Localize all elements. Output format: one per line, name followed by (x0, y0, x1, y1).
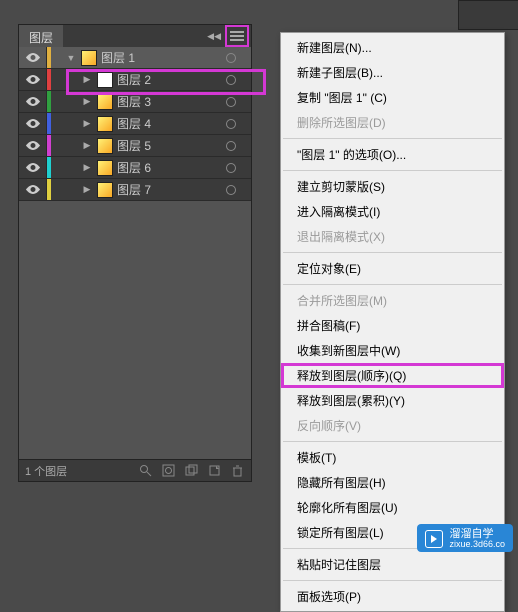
watermark-url: zixue.3d66.co (449, 540, 505, 550)
menu-item[interactable]: "图层 1" 的选项(O)... (281, 142, 504, 167)
menu-item[interactable]: 复制 "图层 1" (C) (281, 85, 504, 110)
menu-item[interactable]: 模板(T) (281, 445, 504, 470)
panel-footer: 1 个图层 (19, 459, 251, 481)
menu-separator (283, 284, 502, 285)
menu-item[interactable]: 新建图层(N)... (281, 35, 504, 60)
layer-name-label: 图层 3 (117, 93, 219, 110)
layer-thumbnail (97, 72, 113, 88)
layer-thumbnail (97, 116, 113, 132)
visibility-toggle[interactable] (19, 179, 47, 200)
target-icon[interactable] (219, 75, 243, 85)
menu-item[interactable]: 进入隔离模式(I) (281, 199, 504, 224)
layer-name-label: 图层 7 (117, 181, 219, 198)
play-icon (425, 530, 443, 548)
expand-triangle-icon[interactable]: ▶ (81, 118, 93, 129)
target-icon[interactable] (219, 97, 243, 107)
menu-separator (283, 170, 502, 171)
menu-item[interactable]: 建立剪切蒙版(S) (281, 174, 504, 199)
expand-triangle-icon[interactable]: ▶ (81, 162, 93, 173)
layer-row[interactable]: ▶ 图层 7 (19, 179, 251, 201)
visibility-toggle[interactable] (19, 113, 47, 134)
layer-row[interactable]: ▶ 图层 2 (19, 69, 251, 91)
layer-thumbnail (97, 182, 113, 198)
panel-menu-button[interactable] (229, 28, 245, 44)
layer-color-bar (47, 179, 51, 200)
menu-separator (283, 441, 502, 442)
expand-triangle-icon[interactable]: ▶ (81, 184, 93, 195)
menu-item[interactable]: 粘贴时记住图层 (281, 552, 504, 577)
menu-item[interactable]: 隐藏所有图层(H) (281, 470, 504, 495)
menu-item[interactable]: 定位对象(E) (281, 256, 504, 281)
visibility-toggle[interactable] (19, 69, 47, 90)
menu-separator (283, 138, 502, 139)
target-icon[interactable] (219, 141, 243, 151)
layer-color-bar (47, 47, 51, 68)
visibility-toggle[interactable] (19, 157, 47, 178)
layer-row[interactable]: ▶ 图层 4 (19, 113, 251, 135)
expand-triangle-icon[interactable]: ▶ (81, 96, 93, 107)
layer-name-label: 图层 2 (117, 71, 219, 88)
menu-item[interactable]: 轮廓化所有图层(U) (281, 495, 504, 520)
layer-row[interactable]: ▼ 图层 1 (19, 47, 251, 69)
menu-item: 合并所选图层(M) (281, 288, 504, 313)
layer-color-bar (47, 91, 51, 112)
layer-color-bar (47, 135, 51, 156)
layer-name-label: 图层 4 (117, 115, 219, 132)
collapse-icon[interactable]: ◀◀ (205, 29, 223, 44)
layer-thumbnail (97, 138, 113, 154)
layer-thumbnail (81, 50, 97, 66)
layer-thumbnail (97, 160, 113, 176)
new-layer-icon[interactable] (207, 463, 222, 478)
tab-layers[interactable]: 图层 (19, 25, 63, 47)
layer-count-label: 1 个图层 (25, 463, 67, 479)
panel-tabs: 图层 ◀◀ (19, 25, 251, 47)
menu-item[interactable]: 面板选项(P) (281, 584, 504, 609)
layer-name-label: 图层 1 (101, 49, 219, 66)
target-icon[interactable] (219, 53, 243, 63)
menu-item[interactable]: 新建子图层(B)... (281, 60, 504, 85)
layer-thumbnail (97, 94, 113, 110)
menu-separator (283, 580, 502, 581)
right-dock-strip (458, 0, 518, 30)
target-icon[interactable] (219, 163, 243, 173)
menu-separator (283, 252, 502, 253)
visibility-toggle[interactable] (19, 91, 47, 112)
menu-item: 删除所选图层(D) (281, 110, 504, 135)
layer-row[interactable]: ▶ 图层 3 (19, 91, 251, 113)
target-icon[interactable] (219, 185, 243, 195)
expand-triangle-icon[interactable]: ▼ (65, 53, 77, 63)
locate-icon[interactable] (138, 463, 153, 478)
menu-item[interactable]: 拼合图稿(F) (281, 313, 504, 338)
layer-color-bar (47, 113, 51, 134)
menu-item: 反向顺序(V) (281, 413, 504, 438)
expand-triangle-icon[interactable]: ▶ (81, 74, 93, 85)
layers-list: ▼ 图层 1 ▶ 图层 2 ▶ 图层 3 ▶ 图层 4 ▶ 图层 5 ▶ 图层 6 ▶ 图层 7 (19, 47, 251, 427)
layer-row[interactable]: ▶ 图层 6 (19, 157, 251, 179)
menu-item[interactable]: 释放到图层(累积)(Y) (281, 388, 504, 413)
layers-panel: 图层 ◀◀ ▼ 图层 1 ▶ 图层 2 ▶ 图层 3 ▶ 图层 4 ▶ 图层 5 ▶ 图层 6 ▶ 图层 … (18, 24, 252, 482)
menu-item[interactable]: 收集到新图层中(W) (281, 338, 504, 363)
visibility-toggle[interactable] (19, 135, 47, 156)
layer-name-label: 图层 5 (117, 137, 219, 154)
layer-row[interactable]: ▶ 图层 5 (19, 135, 251, 157)
delete-icon[interactable] (230, 463, 245, 478)
menu-item: 退出隔离模式(X) (281, 224, 504, 249)
layer-color-bar (47, 69, 51, 90)
sublayer-icon[interactable] (184, 463, 199, 478)
watermark: 溜溜自学 zixue.3d66.co (417, 524, 513, 552)
menu-item[interactable]: 释放到图层(顺序)(Q) (281, 363, 504, 388)
layer-name-label: 图层 6 (117, 159, 219, 176)
layer-color-bar (47, 157, 51, 178)
expand-triangle-icon[interactable]: ▶ (81, 140, 93, 151)
visibility-toggle[interactable] (19, 47, 47, 68)
target-icon[interactable] (219, 119, 243, 129)
mask-icon[interactable] (161, 463, 176, 478)
